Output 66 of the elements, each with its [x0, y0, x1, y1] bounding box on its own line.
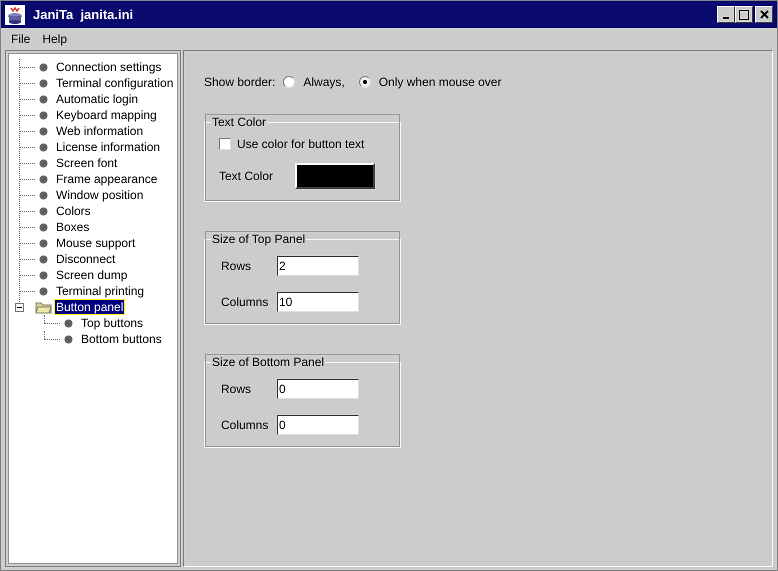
- tree-item[interactable]: Colors: [54, 203, 93, 219]
- bullet-icon: [39, 174, 48, 184]
- tree-item[interactable]: Boxes: [54, 219, 92, 235]
- bullet-icon: [39, 206, 48, 216]
- field-label: Rows: [220, 381, 252, 398]
- tree-item[interactable]: Top buttons: [79, 315, 146, 331]
- bullet-icon: [39, 238, 48, 248]
- field-label: Columns: [220, 294, 270, 311]
- bullet-icon: [39, 78, 48, 88]
- bullet-icon: [64, 334, 73, 344]
- radio-button[interactable]: [283, 76, 296, 88]
- bullet-icon: [39, 126, 48, 136]
- tree-item[interactable]: Terminal printing: [54, 283, 146, 299]
- group-title: Text Color: [211, 114, 268, 131]
- window-title: JaniTa janita.ini: [33, 6, 134, 24]
- tree-item[interactable]: Web information: [54, 123, 146, 139]
- app-icon: [5, 4, 25, 24]
- tree-item[interactable]: Screen font: [54, 155, 120, 171]
- tree-item[interactable]: Bottom buttons: [79, 331, 164, 347]
- tree-item[interactable]: License information: [54, 139, 162, 155]
- tree-item[interactable]: Frame appearance: [54, 171, 160, 187]
- group-title: Size of Top Panel: [211, 231, 306, 248]
- input-field[interactable]: 2: [277, 256, 359, 276]
- tree-item[interactable]: Mouse support: [54, 235, 138, 251]
- radio-label: Only when mouse over: [378, 74, 502, 91]
- collapse-toggle[interactable]: [15, 302, 24, 312]
- bullet-icon: [39, 190, 48, 200]
- bullet-icon: [39, 110, 48, 120]
- bullet-icon: [39, 158, 48, 168]
- bullet-icon: [39, 94, 48, 104]
- tree-item[interactable]: Window position: [54, 187, 146, 203]
- tree-item[interactable]: Disconnect: [54, 251, 118, 267]
- close-icon: [760, 10, 768, 19]
- tree-item[interactable]: Automatic login: [54, 91, 140, 107]
- folder-icon: [35, 300, 52, 314]
- maximize-icon: [739, 10, 749, 20]
- bullet-icon: [39, 62, 48, 72]
- menu-item[interactable]: File: [5, 30, 36, 48]
- close-button[interactable]: [755, 6, 773, 23]
- bullet-icon: [39, 254, 48, 264]
- tree-item[interactable]: Connection settings: [54, 59, 164, 75]
- input-field[interactable]: 0: [277, 415, 359, 435]
- color-swatch-button[interactable]: [295, 163, 375, 189]
- minimize-icon: [723, 17, 729, 19]
- radio-label: Always,: [303, 74, 345, 91]
- tree-item[interactable]: Screen dump: [54, 267, 130, 283]
- minimize-button[interactable]: [717, 6, 735, 23]
- bullet-icon: [64, 318, 73, 328]
- bullet-icon: [39, 286, 48, 296]
- tree-item[interactable]: Terminal configuration: [54, 75, 176, 91]
- bullet-icon: [39, 142, 48, 152]
- input-field[interactable]: 10: [277, 292, 359, 312]
- input-field[interactable]: 0: [277, 379, 359, 399]
- maximize-button[interactable]: [735, 6, 753, 23]
- show-border-label: Show border:: [204, 74, 276, 91]
- color-label: Text Color: [219, 168, 274, 185]
- tree-item[interactable]: Keyboard mapping: [54, 107, 159, 123]
- tree-item[interactable]: Button panel: [54, 299, 126, 315]
- checkbox-option[interactable]: Use color for button text: [219, 135, 386, 153]
- bullet-icon: [39, 222, 48, 232]
- field-label: Columns: [220, 417, 270, 434]
- group-title: Size of Bottom Panel: [211, 354, 326, 371]
- field-label: Rows: [220, 258, 252, 275]
- bullet-icon: [39, 270, 48, 280]
- menu-item[interactable]: Help: [36, 30, 74, 48]
- radio-button[interactable]: [358, 76, 371, 88]
